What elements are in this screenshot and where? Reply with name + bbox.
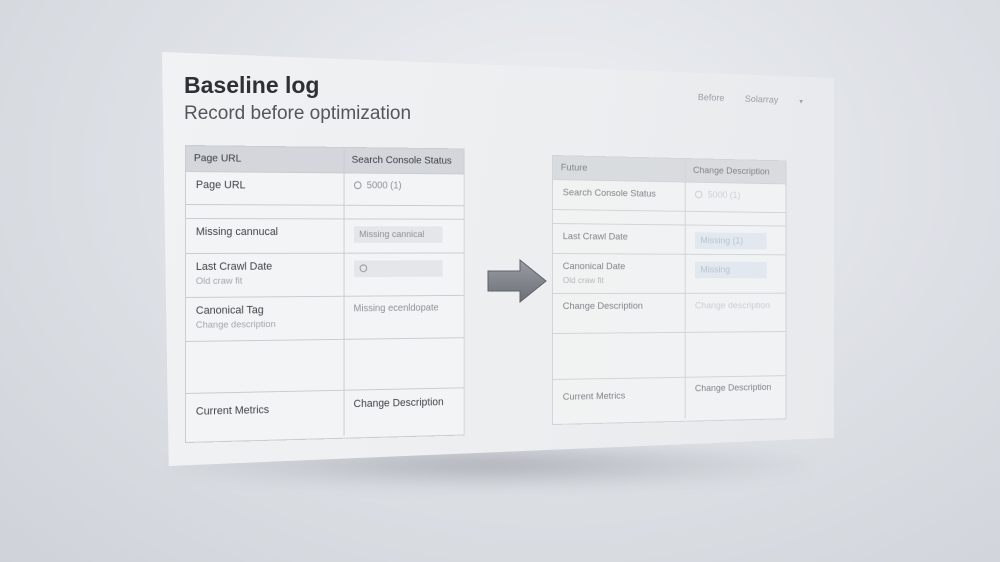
table-row	[186, 338, 464, 394]
row-value: Missing cannical	[344, 219, 464, 252]
row-label: Change Description	[553, 294, 686, 333]
row-label-text: Canonical Date	[563, 261, 626, 272]
info-circle-icon	[354, 181, 362, 189]
table-row[interactable]: Canonical Tag Change description Missing …	[186, 296, 464, 342]
row-sublabel: Change description	[196, 318, 334, 330]
row-label: Last Crawl Date Old craw fit	[186, 254, 344, 297]
row-value	[344, 206, 464, 219]
row-label	[553, 333, 686, 379]
page-subtitle: Record before optimization	[184, 103, 411, 125]
row-value: Missing ecenldopate	[344, 296, 464, 339]
info-circle-icon	[695, 190, 702, 198]
row-value	[686, 212, 786, 226]
menu-before[interactable]: Before	[698, 92, 725, 103]
value-pill: Missing (1)	[695, 232, 767, 249]
table-header-row: Page URL Search Console Status	[186, 146, 464, 174]
row-value: Change description	[686, 294, 786, 332]
row-label	[186, 340, 344, 393]
row-value: 5000 (1)	[686, 183, 786, 213]
row-label: Search Console Status	[553, 180, 686, 211]
table-row	[553, 332, 786, 380]
row-label	[186, 205, 344, 218]
column-header-search-console-status: Search Console Status	[344, 148, 464, 174]
row-label-text: Last Crawl Date	[196, 261, 272, 273]
row-label: Page URL	[186, 172, 344, 205]
row-value: Change Description	[344, 388, 464, 435]
chevron-down-icon: ▾	[799, 99, 803, 106]
table-row[interactable]: Change Description Change description	[553, 294, 786, 334]
row-label-text: Canonical Tag	[196, 304, 264, 317]
row-value: Missing (1)	[686, 225, 786, 254]
future-table: Future Change Description Search Console…	[552, 155, 786, 425]
row-label: Canonical Date Old craw fit	[553, 254, 686, 293]
row-value	[686, 332, 786, 377]
row-value	[344, 338, 464, 390]
value-pill: Missing	[695, 262, 767, 279]
baseline-table: Page URL Search Console Status Page URL …	[185, 145, 465, 443]
row-value: 5000 (1)	[344, 173, 464, 205]
row-value-text: 5000 (1)	[708, 190, 741, 201]
value-pill	[354, 260, 443, 277]
row-value: Missing	[686, 255, 786, 293]
row-label	[553, 210, 686, 224]
row-label: Canonical Tag Change description	[186, 297, 344, 341]
right-arrow-icon	[486, 258, 548, 304]
menu-solarray-label: Solarray	[745, 94, 779, 105]
table-row[interactable]: Current Metrics Change Description	[553, 376, 786, 422]
row-value-text: 5000 (1)	[367, 180, 402, 191]
row-label: Missing cannucal	[186, 219, 344, 253]
column-header-change-description: Change Description	[686, 159, 786, 183]
row-label: Current Metrics	[553, 378, 686, 422]
row-sublabel: Old craw fit	[196, 275, 334, 287]
column-header-future: Future	[553, 156, 686, 182]
table-row	[186, 205, 464, 220]
table-row[interactable]: Last Crawl Date Missing (1)	[553, 224, 786, 255]
column-header-page-url: Page URL	[186, 146, 344, 172]
table-row[interactable]: Current Metrics Change Description	[186, 388, 464, 440]
table-row[interactable]: Missing cannucal Missing cannical	[186, 219, 464, 254]
row-label: Current Metrics	[186, 391, 344, 440]
table-row[interactable]: Last Crawl Date Old craw fit	[186, 253, 464, 298]
row-value: Change Description	[686, 376, 786, 419]
row-sublabel: Old craw fit	[563, 275, 676, 285]
table-row[interactable]: Search Console Status 5000 (1)	[553, 180, 786, 213]
info-circle-icon	[359, 264, 367, 272]
row-label: Last Crawl Date	[553, 224, 686, 254]
table-row[interactable]: Canonical Date Old craw fit Missing	[553, 254, 786, 294]
row-value	[344, 253, 464, 295]
table-row[interactable]: Page URL 5000 (1)	[186, 172, 464, 206]
page-title: Baseline log	[184, 72, 319, 99]
value-pill: Missing cannical	[354, 226, 443, 243]
